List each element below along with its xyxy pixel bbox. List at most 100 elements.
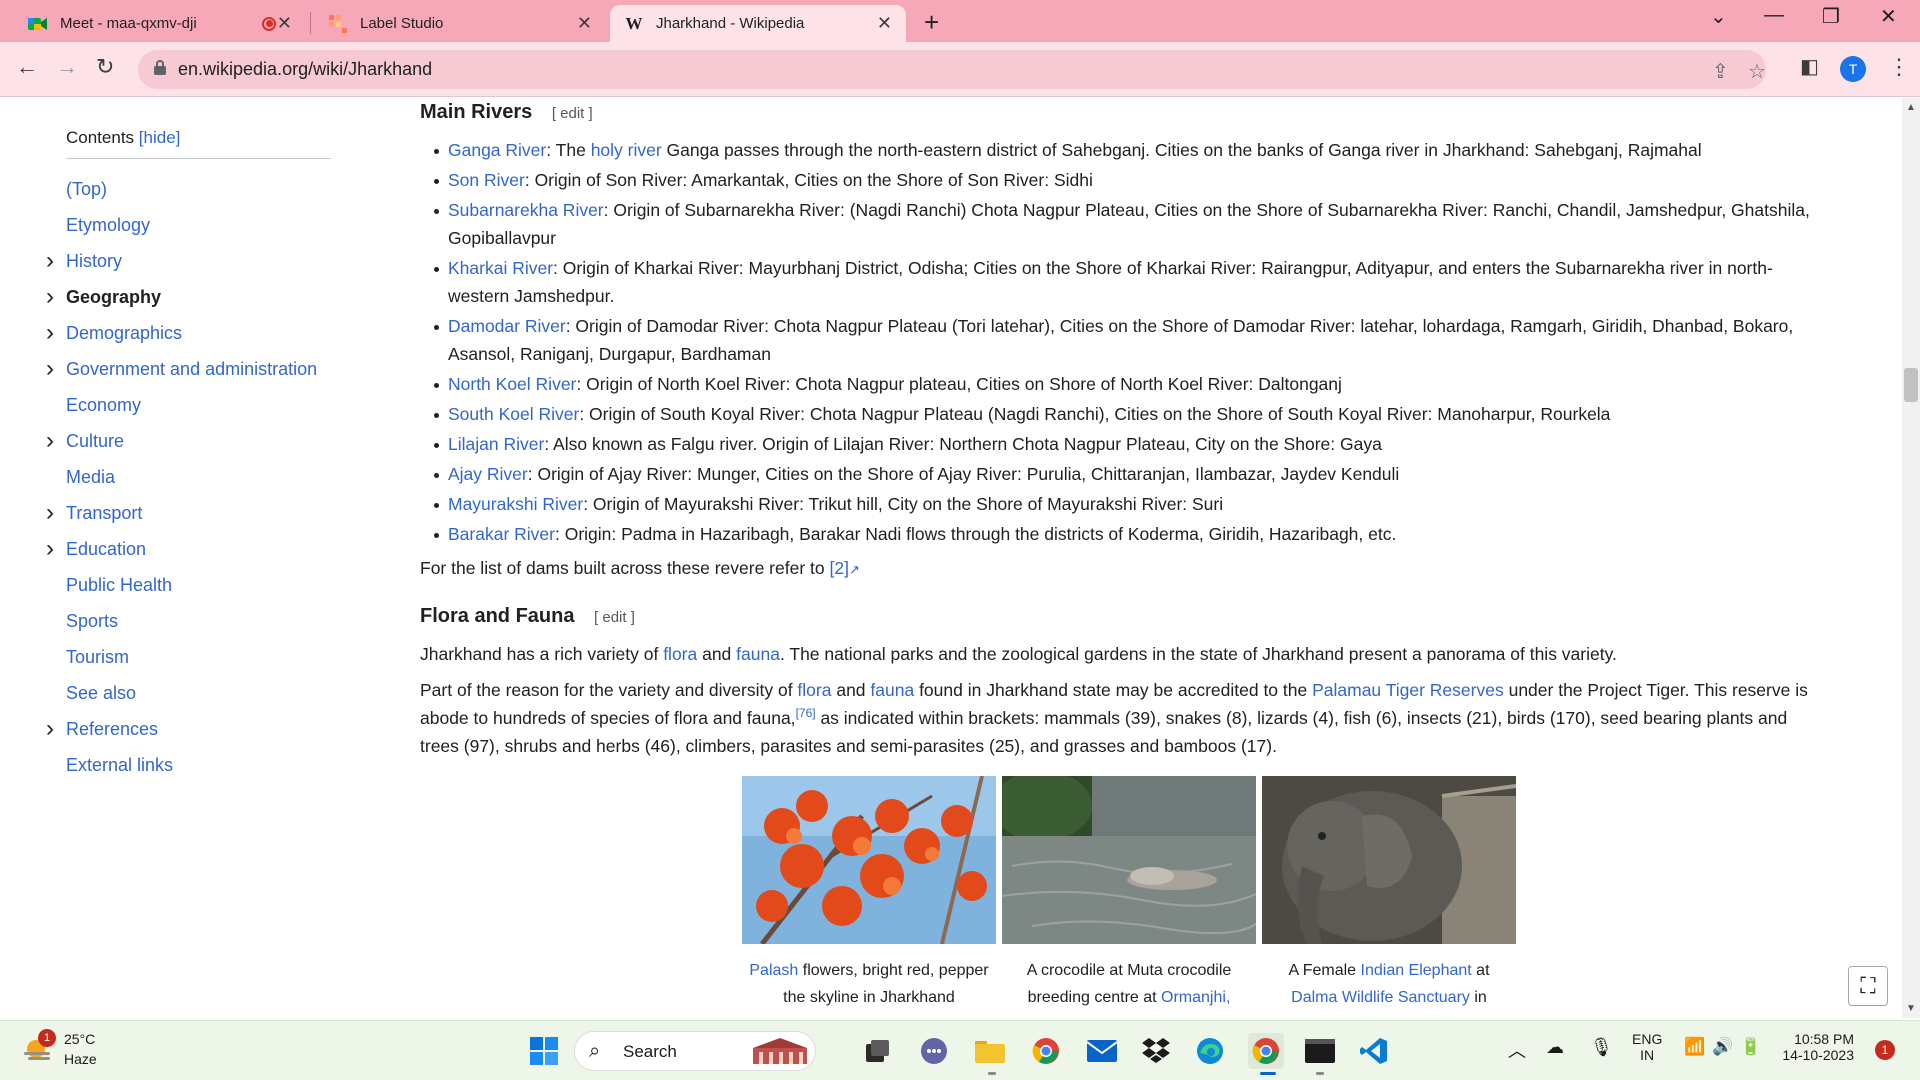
- toc-item-label[interactable]: Government and administration: [66, 359, 317, 380]
- close-window-button[interactable]: ✕: [1880, 4, 1897, 29]
- reference-link[interactable]: [76]: [796, 706, 816, 720]
- back-button[interactable]: ←: [16, 54, 38, 80]
- windows-start-icon[interactable]: [526, 1033, 562, 1069]
- river-link[interactable]: Damodar River: [448, 316, 566, 336]
- river-link[interactable]: Lilajan River: [448, 434, 544, 454]
- minimize-button[interactable]: —: [1764, 4, 1784, 27]
- toc-item[interactable]: › Government and administration: [46, 351, 331, 387]
- toc-item[interactable]: › References: [46, 711, 331, 747]
- fauna-link[interactable]: fauna: [736, 644, 780, 664]
- river-link[interactable]: Mayurakshi River: [448, 494, 583, 514]
- edit-section-link[interactable]: [ edit ]: [552, 105, 593, 122]
- chevron-right-icon[interactable]: ›: [46, 355, 54, 383]
- chevron-right-icon[interactable]: ›: [46, 535, 54, 563]
- toc-item-label[interactable]: References: [66, 719, 158, 740]
- toc-item[interactable]: › Geography: [46, 279, 331, 315]
- toc-item[interactable]: See also: [66, 675, 331, 711]
- close-tab-icon[interactable]: ✕: [877, 13, 892, 34]
- taskbar-search[interactable]: ⌕ Search: [574, 1031, 816, 1071]
- dalma-wildlife-sanctuary-link[interactable]: Dalma Wildlife Sanctuary: [1291, 989, 1470, 1006]
- toc-item-label[interactable]: See also: [66, 683, 136, 704]
- side-panel-icon[interactable]: ◧: [1800, 54, 1819, 79]
- river-link[interactable]: Barakar River: [448, 524, 555, 544]
- indian-elephant-link[interactable]: Indian Elephant: [1361, 962, 1472, 979]
- chevron-right-icon[interactable]: ›: [46, 499, 54, 527]
- edit-section-link[interactable]: [ edit ]: [594, 609, 635, 626]
- toc-item-label[interactable]: Public Health: [66, 575, 172, 596]
- bookmark-star-icon[interactable]: ☆: [1748, 59, 1766, 84]
- toc-item-label[interactable]: External links: [66, 755, 173, 776]
- toc-item-label[interactable]: Media: [66, 467, 115, 488]
- volume-icon[interactable]: 🔊: [1712, 1037, 1733, 1057]
- microphone-icon[interactable]: 🎙: [1590, 1037, 1613, 1058]
- terminal-icon[interactable]: [1302, 1033, 1338, 1069]
- river-link[interactable]: Subarnarekha River: [448, 200, 604, 220]
- river-link[interactable]: South Koel River: [448, 404, 579, 424]
- reload-button[interactable]: ↻: [96, 54, 114, 80]
- toc-item[interactable]: Public Health: [66, 567, 331, 603]
- chevron-right-icon[interactable]: ›: [46, 715, 54, 743]
- close-tab-icon[interactable]: ✕: [277, 13, 292, 34]
- chevron-right-icon[interactable]: ›: [46, 319, 54, 347]
- clock[interactable]: 10:58 PM 14-10-2023: [1770, 1031, 1854, 1063]
- toc-item-label[interactable]: Culture: [66, 431, 124, 452]
- profile-avatar[interactable]: T: [1840, 56, 1866, 82]
- fullscreen-icon[interactable]: ⛶: [1848, 966, 1888, 1006]
- menu-kebab-icon[interactable]: ⋮: [1888, 54, 1910, 80]
- flora-link[interactable]: flora: [797, 680, 831, 700]
- toc-item[interactable]: Economy: [66, 387, 331, 423]
- toc-item[interactable]: Tourism: [66, 639, 331, 675]
- toc-item[interactable]: Etymology: [66, 207, 331, 243]
- battery-icon[interactable]: 🔋: [1740, 1037, 1761, 1057]
- toc-item-label[interactable]: Education: [66, 539, 146, 560]
- toc-item-label[interactable]: Demographics: [66, 323, 182, 344]
- toc-item[interactable]: › History: [46, 243, 331, 279]
- new-tab-button[interactable]: +: [924, 7, 939, 38]
- crocodile-image[interactable]: [1002, 776, 1256, 944]
- toc-item[interactable]: › Transport: [46, 495, 331, 531]
- river-link[interactable]: Ajay River: [448, 464, 528, 484]
- toc-item[interactable]: › Education: [46, 531, 331, 567]
- close-tab-icon[interactable]: ✕: [577, 13, 592, 34]
- toc-item[interactable]: External links: [66, 747, 331, 783]
- toc-item-label[interactable]: History: [66, 251, 122, 272]
- toc-hide-link[interactable]: [hide]: [139, 128, 181, 147]
- language-indicator[interactable]: ENG IN: [1632, 1031, 1662, 1063]
- dams-reference-link[interactable]: [2]: [829, 558, 848, 578]
- toc-item[interactable]: › Culture: [46, 423, 331, 459]
- scrollbar-thumb[interactable]: [1904, 368, 1918, 402]
- elephant-image[interactable]: [1262, 776, 1516, 944]
- toc-item[interactable]: (Top): [66, 171, 331, 207]
- teams-chat-icon[interactable]: [916, 1033, 952, 1069]
- edge-icon[interactable]: [1192, 1033, 1228, 1069]
- chrome-active-icon[interactable]: [1248, 1033, 1284, 1069]
- notification-badge[interactable]: 1: [1875, 1040, 1895, 1060]
- share-icon[interactable]: ⇪: [1712, 59, 1729, 84]
- toc-item-label[interactable]: Geography: [66, 287, 161, 308]
- toc-item-label[interactable]: (Top): [66, 179, 107, 200]
- toc-item-label[interactable]: Tourism: [66, 647, 129, 668]
- chevron-right-icon[interactable]: ›: [46, 283, 54, 311]
- tab-wikipedia[interactable]: W Jharkhand - Wikipedia ✕: [610, 5, 906, 42]
- mail-icon[interactable]: [1084, 1033, 1120, 1069]
- toc-item-label[interactable]: Etymology: [66, 215, 150, 236]
- vscode-icon[interactable]: [1356, 1033, 1392, 1069]
- page-scrollbar[interactable]: [1902, 98, 1920, 1018]
- river-link[interactable]: Kharkai River: [448, 258, 553, 278]
- chrome-icon[interactable]: [1028, 1033, 1064, 1069]
- toc-item[interactable]: Sports: [66, 603, 331, 639]
- fauna-link[interactable]: fauna: [870, 680, 914, 700]
- onedrive-cloud-icon[interactable]: ☁: [1546, 1037, 1564, 1058]
- scroll-down-arrow[interactable]: ▼: [1906, 1003, 1916, 1014]
- holy-river-link[interactable]: holy river: [591, 140, 662, 160]
- address-bar[interactable]: en.wikipedia.org/wiki/Jharkhand ⇪ ☆: [138, 50, 1766, 89]
- show-hidden-icons-chevron[interactable]: ︿: [1508, 1037, 1526, 1063]
- forward-button[interactable]: →: [56, 54, 78, 80]
- dropbox-icon[interactable]: [1138, 1033, 1174, 1069]
- toc-item-label[interactable]: Transport: [66, 503, 142, 524]
- tab-label-studio[interactable]: Label Studio ✕: [314, 5, 606, 42]
- toc-item-label[interactable]: Sports: [66, 611, 118, 632]
- palash-link[interactable]: Palash: [749, 962, 798, 979]
- palamau-tiger-reserves-link[interactable]: Palamau Tiger Reserves: [1312, 680, 1504, 700]
- river-link[interactable]: Son River: [448, 170, 525, 190]
